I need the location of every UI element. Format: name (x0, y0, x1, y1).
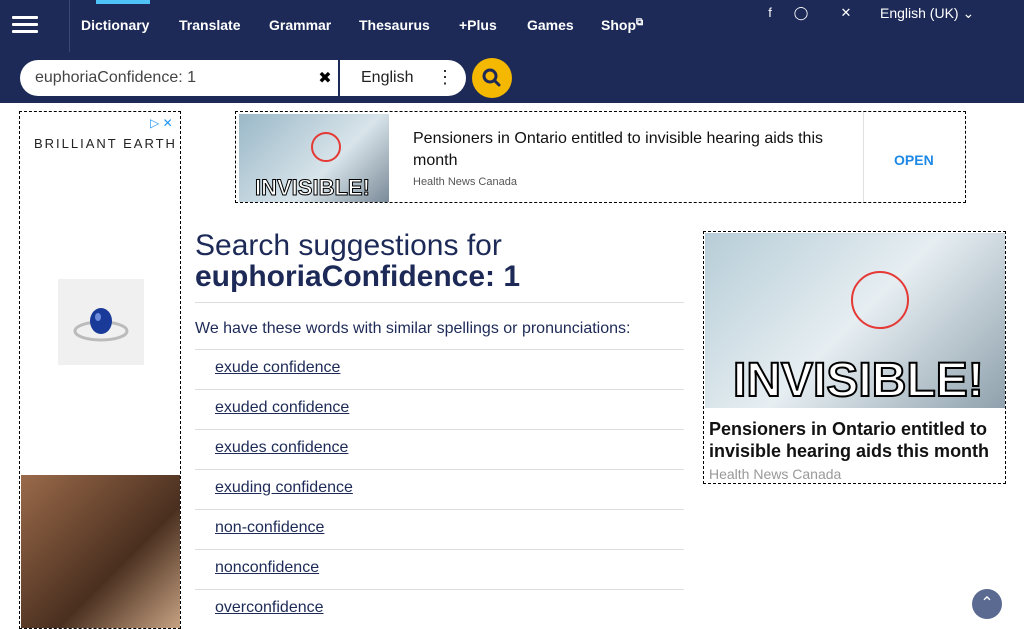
dictionary-label: English (361, 69, 414, 86)
right-ad-source: Health News Canada (709, 466, 842, 482)
external-link-icon: ⧉ (636, 17, 644, 28)
suggestion-link[interactable]: non-confidence (215, 519, 324, 537)
divider (195, 389, 684, 390)
dictionary-selector[interactable]: English ⋮ (340, 60, 466, 96)
ring-image (58, 279, 144, 365)
suggestion-link[interactable]: exuded confidence (215, 399, 349, 417)
suggestion-link[interactable]: exude confidence (215, 359, 340, 377)
x-twitter-icon[interactable]: ✕ (838, 5, 854, 21)
nav-divider (69, 0, 70, 52)
suggestion-link[interactable]: exudes confidence (215, 439, 348, 457)
top-ad-open-button[interactable]: OPEN (894, 152, 934, 168)
divider (195, 509, 684, 510)
nav-dictionary[interactable]: Dictionary (81, 17, 149, 33)
suggestions-intro: We have these words with similar spellin… (195, 320, 631, 337)
top-ad-source: Health News Canada (413, 176, 517, 188)
top-banner-ad[interactable]: INVISIBLE! Pensioners in Ontario entitle… (235, 111, 966, 203)
right-advertisement[interactable]: INVISIBLE! Pensioners in Ontario entitle… (703, 231, 1006, 484)
clear-search-icon[interactable]: ✖ (313, 68, 337, 90)
hamburger-menu-icon[interactable] (12, 12, 38, 36)
top-navigation-bar: Dictionary Translate Grammar Thesaurus +… (0, 0, 1024, 52)
page-title: Search suggestions for euphoriaConfidenc… (195, 230, 520, 292)
highlight-circle (851, 271, 909, 329)
top-ad-divider (863, 112, 864, 202)
suggestion-link[interactable]: overconfidence (215, 599, 324, 617)
divider (195, 549, 684, 550)
suggestion-link[interactable]: exuding confidence (215, 479, 353, 497)
right-ad-banner-text: INVISIBLE! (732, 353, 985, 408)
more-options-icon: ⋮ (436, 67, 454, 87)
scroll-to-top-button[interactable]: ⌃ (972, 589, 1002, 619)
search-field-wrapper (20, 60, 338, 96)
language-label: English (UK) (880, 5, 959, 21)
top-ad-image: INVISIBLE! (239, 114, 389, 202)
suggestion-link[interactable]: nonconfidence (215, 559, 319, 577)
search-button[interactable] (472, 58, 512, 98)
right-ad-title[interactable]: Pensioners in Ontario entitled to invisi… (709, 418, 1001, 462)
nav-shop[interactable]: Shop⧉ (601, 17, 643, 33)
nav-translate[interactable]: Translate (179, 17, 240, 33)
nav-active-indicator (96, 0, 150, 4)
page-title-term: euphoriaConfidence: 1 (195, 260, 521, 293)
top-ad-banner-text: INVISIBLE! (255, 175, 371, 201)
model-photo (21, 475, 180, 628)
divider (195, 429, 684, 430)
divider (195, 302, 684, 303)
nav-plus[interactable]: +Plus (459, 17, 497, 33)
instagram-icon[interactable]: ◯ (793, 5, 809, 21)
right-ad-image: INVISIBLE! (705, 233, 1005, 408)
highlight-circle (311, 132, 341, 162)
top-ad-title[interactable]: Pensioners in Ontario entitled to invisi… (413, 128, 833, 172)
nav-thesaurus[interactable]: Thesaurus (359, 17, 430, 33)
divider (195, 349, 684, 350)
chevron-down-icon: ⌄ (962, 5, 975, 21)
search-icon (482, 68, 501, 87)
chevron-up-icon: ⌃ (980, 595, 994, 612)
divider (195, 589, 684, 590)
nav-grammar[interactable]: Grammar (269, 17, 331, 33)
nav-games[interactable]: Games (527, 17, 574, 33)
facebook-icon[interactable]: f (762, 5, 778, 20)
adchoices-icon[interactable]: ▷ ✕ (150, 116, 173, 130)
left-advertisement[interactable]: ▷ ✕ BRILLIANT EARTH (19, 111, 181, 629)
language-selector[interactable]: English (UK) ⌄ (880, 5, 974, 22)
ad-brand-name: BRILLIANT EARTH (34, 136, 177, 151)
ring-illustration (73, 308, 129, 342)
divider (195, 469, 684, 470)
search-input[interactable] (35, 68, 305, 88)
page-title-heading: Search suggestions for (195, 229, 502, 262)
nav-shop-label: Shop (601, 17, 636, 33)
